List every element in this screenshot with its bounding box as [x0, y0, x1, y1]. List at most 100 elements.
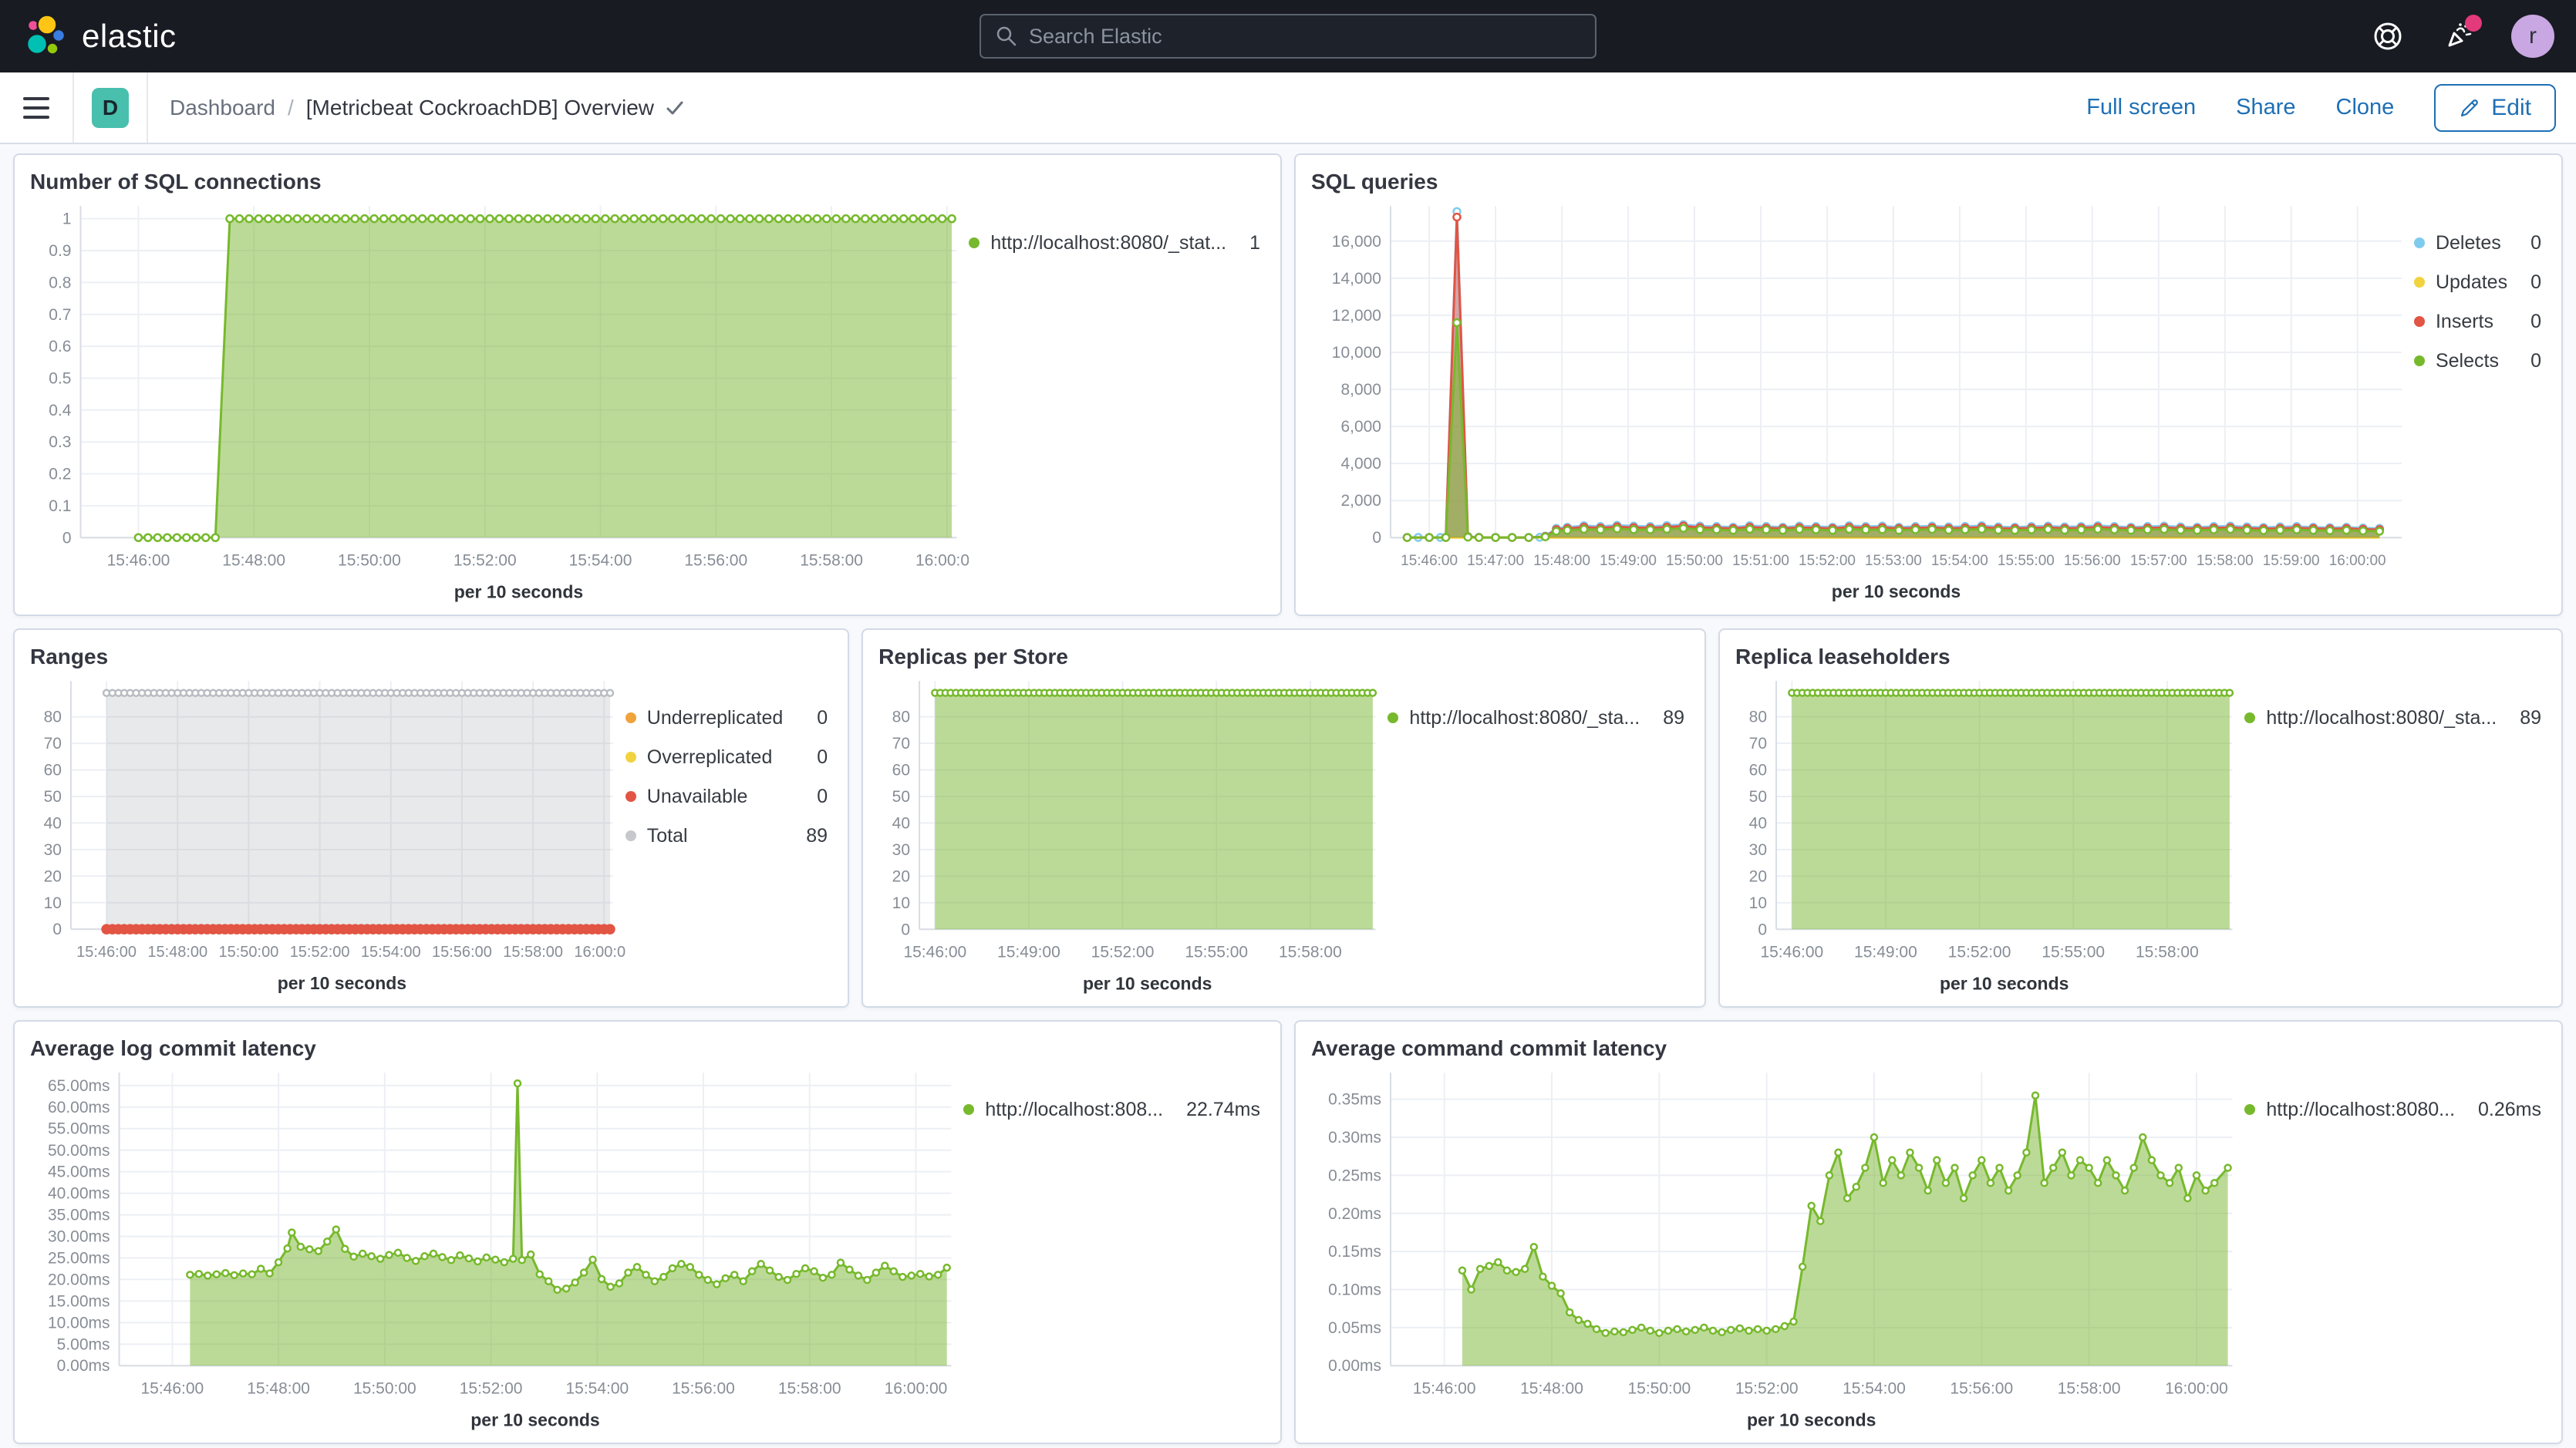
clone-button[interactable]: Clone: [2336, 95, 2395, 120]
legend-series-dot-icon: [625, 712, 636, 723]
svg-text:30: 30: [1749, 841, 1767, 859]
edit-button-label: Edit: [2491, 95, 2531, 121]
chart-legend: http://localhost:808... 22.74ms: [963, 1062, 1265, 1121]
svg-text:15:52:00: 15:52:00: [290, 944, 350, 961]
legend-value[interactable]: 0: [806, 786, 828, 808]
global-search[interactable]: [979, 14, 1597, 59]
svg-text:15:50:00: 15:50:00: [338, 551, 401, 569]
svg-text:15:51:00: 15:51:00: [1732, 553, 1789, 569]
svg-text:20: 20: [44, 867, 62, 885]
svg-text:6,000: 6,000: [1340, 418, 1381, 436]
legend-item[interactable]: Unavailable: [625, 786, 784, 808]
space-badge: D: [92, 88, 129, 128]
svg-text:50: 50: [1749, 788, 1767, 806]
panel-replicas-per-store: Replicas per Store 0102030405060708015:4…: [861, 628, 1706, 1008]
legend-label: Overreplicated: [647, 746, 773, 769]
legend-item[interactable]: Overreplicated: [625, 746, 784, 769]
sql-queries-chart[interactable]: 02,0004,0006,0008,00010,00012,00014,0001…: [1311, 195, 2414, 605]
svg-text:15:46:00: 15:46:00: [76, 944, 137, 961]
log-commit-latency-chart[interactable]: 0.00ms5.00ms10.00ms15.00ms20.00ms25.00ms…: [30, 1062, 963, 1433]
chart-legend: Deletes 0 Updates 0 Inserts 0 Selects 0: [2414, 195, 2546, 372]
svg-text:60.00ms: 60.00ms: [48, 1098, 110, 1116]
legend-item[interactable]: http://localhost:8080/_stat...: [969, 232, 1226, 254]
space-switcher[interactable]: D: [74, 72, 148, 143]
svg-text:0: 0: [1372, 529, 1381, 547]
panel-title[interactable]: Replica leaseholders: [1735, 644, 2546, 670]
svg-text:0.2: 0.2: [49, 465, 71, 483]
chart-legend: Underreplicated 0 Overreplicated 0 Unavailab…: [625, 670, 832, 847]
user-avatar[interactable]: r: [2511, 15, 2554, 58]
chart-legend: http://localhost:8080/_sta... 89: [2244, 670, 2546, 729]
avatar-initial: r: [2529, 23, 2537, 49]
svg-text:15:58:00: 15:58:00: [2197, 553, 2254, 569]
command-commit-latency-chart[interactable]: 0.00ms0.05ms0.10ms0.15ms0.20ms0.25ms0.30…: [1311, 1062, 2244, 1433]
svg-text:per 10 seconds: per 10 seconds: [1832, 581, 1961, 601]
svg-text:15:49:00: 15:49:00: [1600, 553, 1657, 569]
elastic-home-link[interactable]: elastic: [0, 14, 177, 59]
legend-series-dot-icon: [625, 830, 636, 841]
legend-value[interactable]: 89: [806, 825, 828, 847]
legend-item[interactable]: http://localhost:8080/_sta...: [1387, 707, 1640, 729]
breadcrumb-dashboard-link[interactable]: Dashboard: [170, 96, 275, 120]
svg-text:0: 0: [901, 921, 910, 938]
legend-value[interactable]: 89: [2520, 707, 2541, 729]
edit-button[interactable]: Edit: [2434, 84, 2556, 132]
legend-item[interactable]: Total: [625, 825, 784, 847]
svg-text:16:00:00: 16:00:00: [915, 551, 969, 569]
svg-text:0.7: 0.7: [49, 305, 71, 323]
svg-text:16:00:00: 16:00:00: [2329, 553, 2386, 569]
svg-text:50: 50: [44, 788, 62, 806]
panel-title[interactable]: Number of SQL connections: [30, 169, 1265, 195]
legend-item[interactable]: Updates: [2414, 271, 2507, 294]
svg-text:80: 80: [44, 708, 62, 726]
svg-text:15:52:00: 15:52:00: [1799, 553, 1856, 569]
legend-label: http://localhost:8080/_sta...: [2266, 707, 2497, 729]
legend-value[interactable]: 0: [2530, 350, 2541, 372]
legend-value[interactable]: 0: [2530, 232, 2541, 254]
search-input[interactable]: [1029, 25, 1581, 49]
svg-text:15:46:00: 15:46:00: [140, 1379, 204, 1397]
legend-value[interactable]: 22.74ms: [1186, 1099, 1260, 1121]
panel-title[interactable]: Ranges: [30, 644, 832, 670]
svg-text:per 10 seconds: per 10 seconds: [1747, 1409, 1876, 1429]
legend-value[interactable]: 0: [806, 707, 828, 729]
panel-title[interactable]: Average command commit latency: [1311, 1035, 2546, 1062]
legend-item[interactable]: http://localhost:808...: [963, 1099, 1163, 1121]
legend-item[interactable]: http://localhost:8080...: [2244, 1099, 2455, 1121]
legend-value[interactable]: 0: [2530, 271, 2541, 294]
legend-item[interactable]: Deletes: [2414, 232, 2507, 254]
panel-sql-queries: SQL queries 02,0004,0006,0008,00010,0001…: [1294, 153, 2563, 616]
ranges-chart[interactable]: 0102030405060708015:46:0015:48:0015:50:0…: [30, 670, 625, 997]
legend-value[interactable]: 0: [2530, 311, 2541, 333]
full-screen-button[interactable]: Full screen: [2086, 95, 2196, 120]
legend-value[interactable]: 89: [1663, 707, 1684, 729]
legend-value[interactable]: 1: [1249, 232, 1260, 254]
svg-text:40: 40: [1749, 814, 1767, 832]
legend-value[interactable]: 0: [806, 746, 828, 769]
help-icon[interactable]: [2369, 18, 2406, 55]
legend-label: Selects: [2436, 350, 2499, 372]
news-feed-icon[interactable]: [2440, 18, 2477, 55]
notification-badge: [2465, 15, 2482, 32]
sql-connections-chart[interactable]: 00.10.20.30.40.50.60.70.80.9115:46:0015:…: [30, 195, 969, 605]
legend-value[interactable]: 0.26ms: [2478, 1099, 2541, 1121]
svg-text:15:56:00: 15:56:00: [2064, 553, 2121, 569]
replicas-per-store-chart[interactable]: 0102030405060708015:46:0015:49:0015:52:0…: [878, 670, 1387, 997]
panel-average-log-commit-latency: Average log commit latency 0.00ms5.00ms1…: [13, 1020, 1282, 1444]
svg-text:0.00ms: 0.00ms: [57, 1357, 110, 1375]
legend-series-dot-icon: [2414, 277, 2425, 288]
replica-leaseholders-chart[interactable]: 0102030405060708015:46:0015:49:0015:52:0…: [1735, 670, 2244, 997]
legend-item[interactable]: Underreplicated: [625, 707, 784, 729]
panel-title[interactable]: Replicas per Store: [878, 644, 1689, 670]
svg-text:50.00ms: 50.00ms: [48, 1141, 110, 1159]
legend-item[interactable]: Selects: [2414, 350, 2507, 372]
legend-item[interactable]: http://localhost:8080/_sta...: [2244, 707, 2497, 729]
svg-text:15:56:00: 15:56:00: [684, 551, 747, 569]
share-button[interactable]: Share: [2236, 95, 2295, 120]
svg-text:15:58:00: 15:58:00: [800, 551, 863, 569]
dashboard-title[interactable]: [Metricbeat CockroachDB] Overview: [306, 96, 685, 120]
panel-title[interactable]: Average log commit latency: [30, 1035, 1265, 1062]
main-menu-button[interactable]: [0, 72, 74, 143]
panel-title[interactable]: SQL queries: [1311, 169, 2546, 195]
legend-item[interactable]: Inserts: [2414, 311, 2507, 333]
